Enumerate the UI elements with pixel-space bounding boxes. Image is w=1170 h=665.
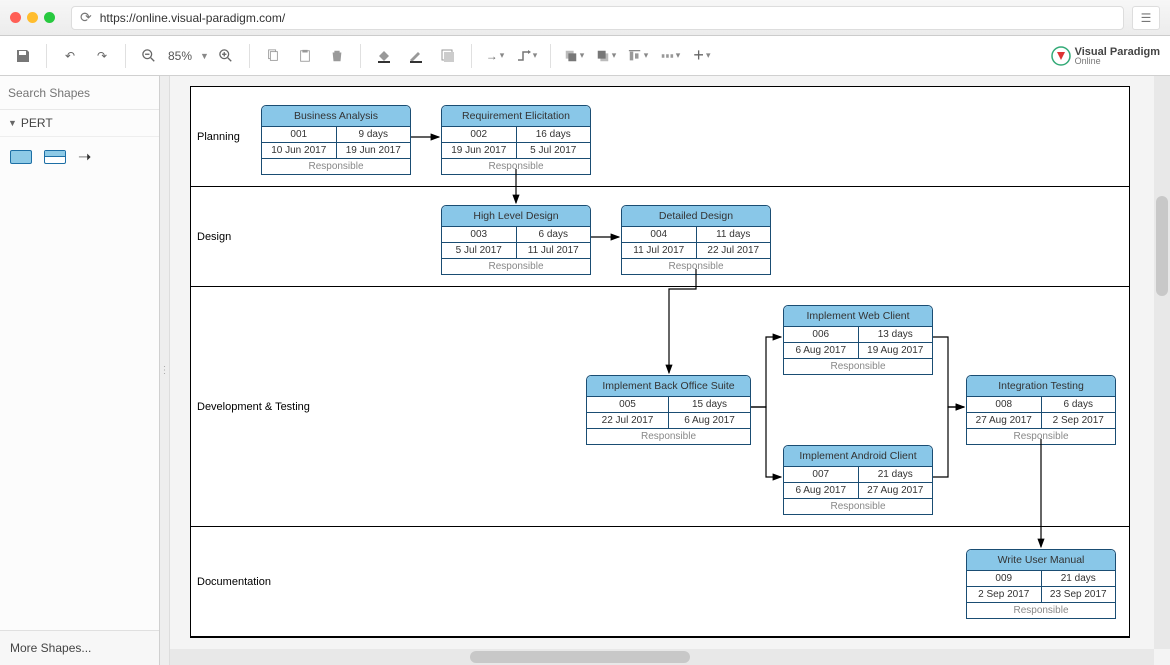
shape-pert-task-detailed[interactable]	[44, 150, 66, 164]
connector-style-button[interactable]: →▾	[482, 43, 508, 69]
distribute-button[interactable]: ▾	[657, 43, 683, 69]
browser-menu-button[interactable]: ☰	[1132, 6, 1160, 30]
palette-title: PERT	[21, 116, 53, 130]
to-back-button[interactable]: ▾	[593, 43, 619, 69]
zoom-dropdown-icon[interactable]: ▼	[200, 51, 209, 61]
address-bar[interactable]: ⟳ https://online.visual-paradigm.com/	[71, 6, 1124, 30]
line-color-button[interactable]	[403, 43, 429, 69]
more-shapes-button[interactable]: More Shapes...	[0, 630, 159, 665]
task-node[interactable]: High Level Design 0036 days 5 Jul 201711…	[441, 205, 591, 275]
sidebar-resize-handle[interactable]: ⋮	[160, 76, 170, 665]
vertical-scrollbar[interactable]	[1154, 76, 1170, 649]
shadow-button[interactable]	[435, 43, 461, 69]
brand-logo: Visual Paradigm Online	[1051, 46, 1160, 66]
shape-connector[interactable]: ➝	[78, 147, 91, 167]
task-node[interactable]: Implement Web Client 00613 days 6 Aug 20…	[783, 305, 933, 375]
horizontal-scrollbar[interactable]	[170, 649, 1154, 665]
task-node[interactable]: Implement Back Office Suite 00515 days 2…	[586, 375, 751, 445]
zoom-out-button[interactable]	[136, 43, 162, 69]
canvas-area[interactable]: Planning Business Analysis 0019 days 10 …	[170, 76, 1170, 665]
to-front-button[interactable]: ▾	[561, 43, 587, 69]
shape-pert-task-simple[interactable]	[10, 150, 32, 164]
window-controls	[10, 12, 55, 23]
save-button[interactable]	[10, 43, 36, 69]
url-text: https://online.visual-paradigm.com/	[100, 11, 285, 25]
palette-header-pert[interactable]: ▼ PERT	[0, 110, 159, 137]
add-button[interactable]: +▾	[689, 43, 715, 69]
undo-button[interactable]: ↶	[57, 43, 83, 69]
align-button[interactable]: ▾	[625, 43, 651, 69]
copy-button[interactable]	[260, 43, 286, 69]
task-node[interactable]: Requirement Elicitation 00216 days 19 Ju…	[441, 105, 591, 175]
task-node[interactable]: Implement Android Client 00721 days 6 Au…	[783, 445, 933, 515]
shapes-sidebar: 🔍 ▼ PERT ➝ More Shapes...	[0, 76, 160, 665]
maximize-window-icon[interactable]	[44, 12, 55, 23]
delete-button[interactable]	[324, 43, 350, 69]
reload-icon[interactable]: ⟳	[80, 9, 92, 26]
minimize-window-icon[interactable]	[27, 12, 38, 23]
paste-button[interactable]	[292, 43, 318, 69]
task-node[interactable]: Detailed Design 00411 days 11 Jul 201722…	[621, 205, 771, 275]
browser-chrome: ⟳ https://online.visual-paradigm.com/ ☰	[0, 0, 1170, 36]
zoom-level: 85%	[166, 49, 194, 63]
close-window-icon[interactable]	[10, 12, 21, 23]
connector-route-button[interactable]: ▾	[514, 43, 540, 69]
pert-diagram[interactable]: Planning Business Analysis 0019 days 10 …	[190, 86, 1130, 638]
redo-button[interactable]: ↷	[89, 43, 115, 69]
task-node[interactable]: Integration Testing 0086 days 27 Aug 201…	[966, 375, 1116, 445]
search-input[interactable]	[8, 86, 163, 100]
task-node[interactable]: Business Analysis 0019 days 10 Jun 20171…	[261, 105, 411, 175]
fill-color-button[interactable]	[371, 43, 397, 69]
collapse-icon: ▼	[8, 118, 17, 128]
zoom-in-button[interactable]	[213, 43, 239, 69]
app-toolbar: ↶ ↷ 85% ▼ →▾ ▾ ▾ ▾ ▾ ▾ +▾ Visual Paradig…	[0, 36, 1170, 76]
task-node[interactable]: Write User Manual 00921 days 2 Sep 20172…	[966, 549, 1116, 619]
